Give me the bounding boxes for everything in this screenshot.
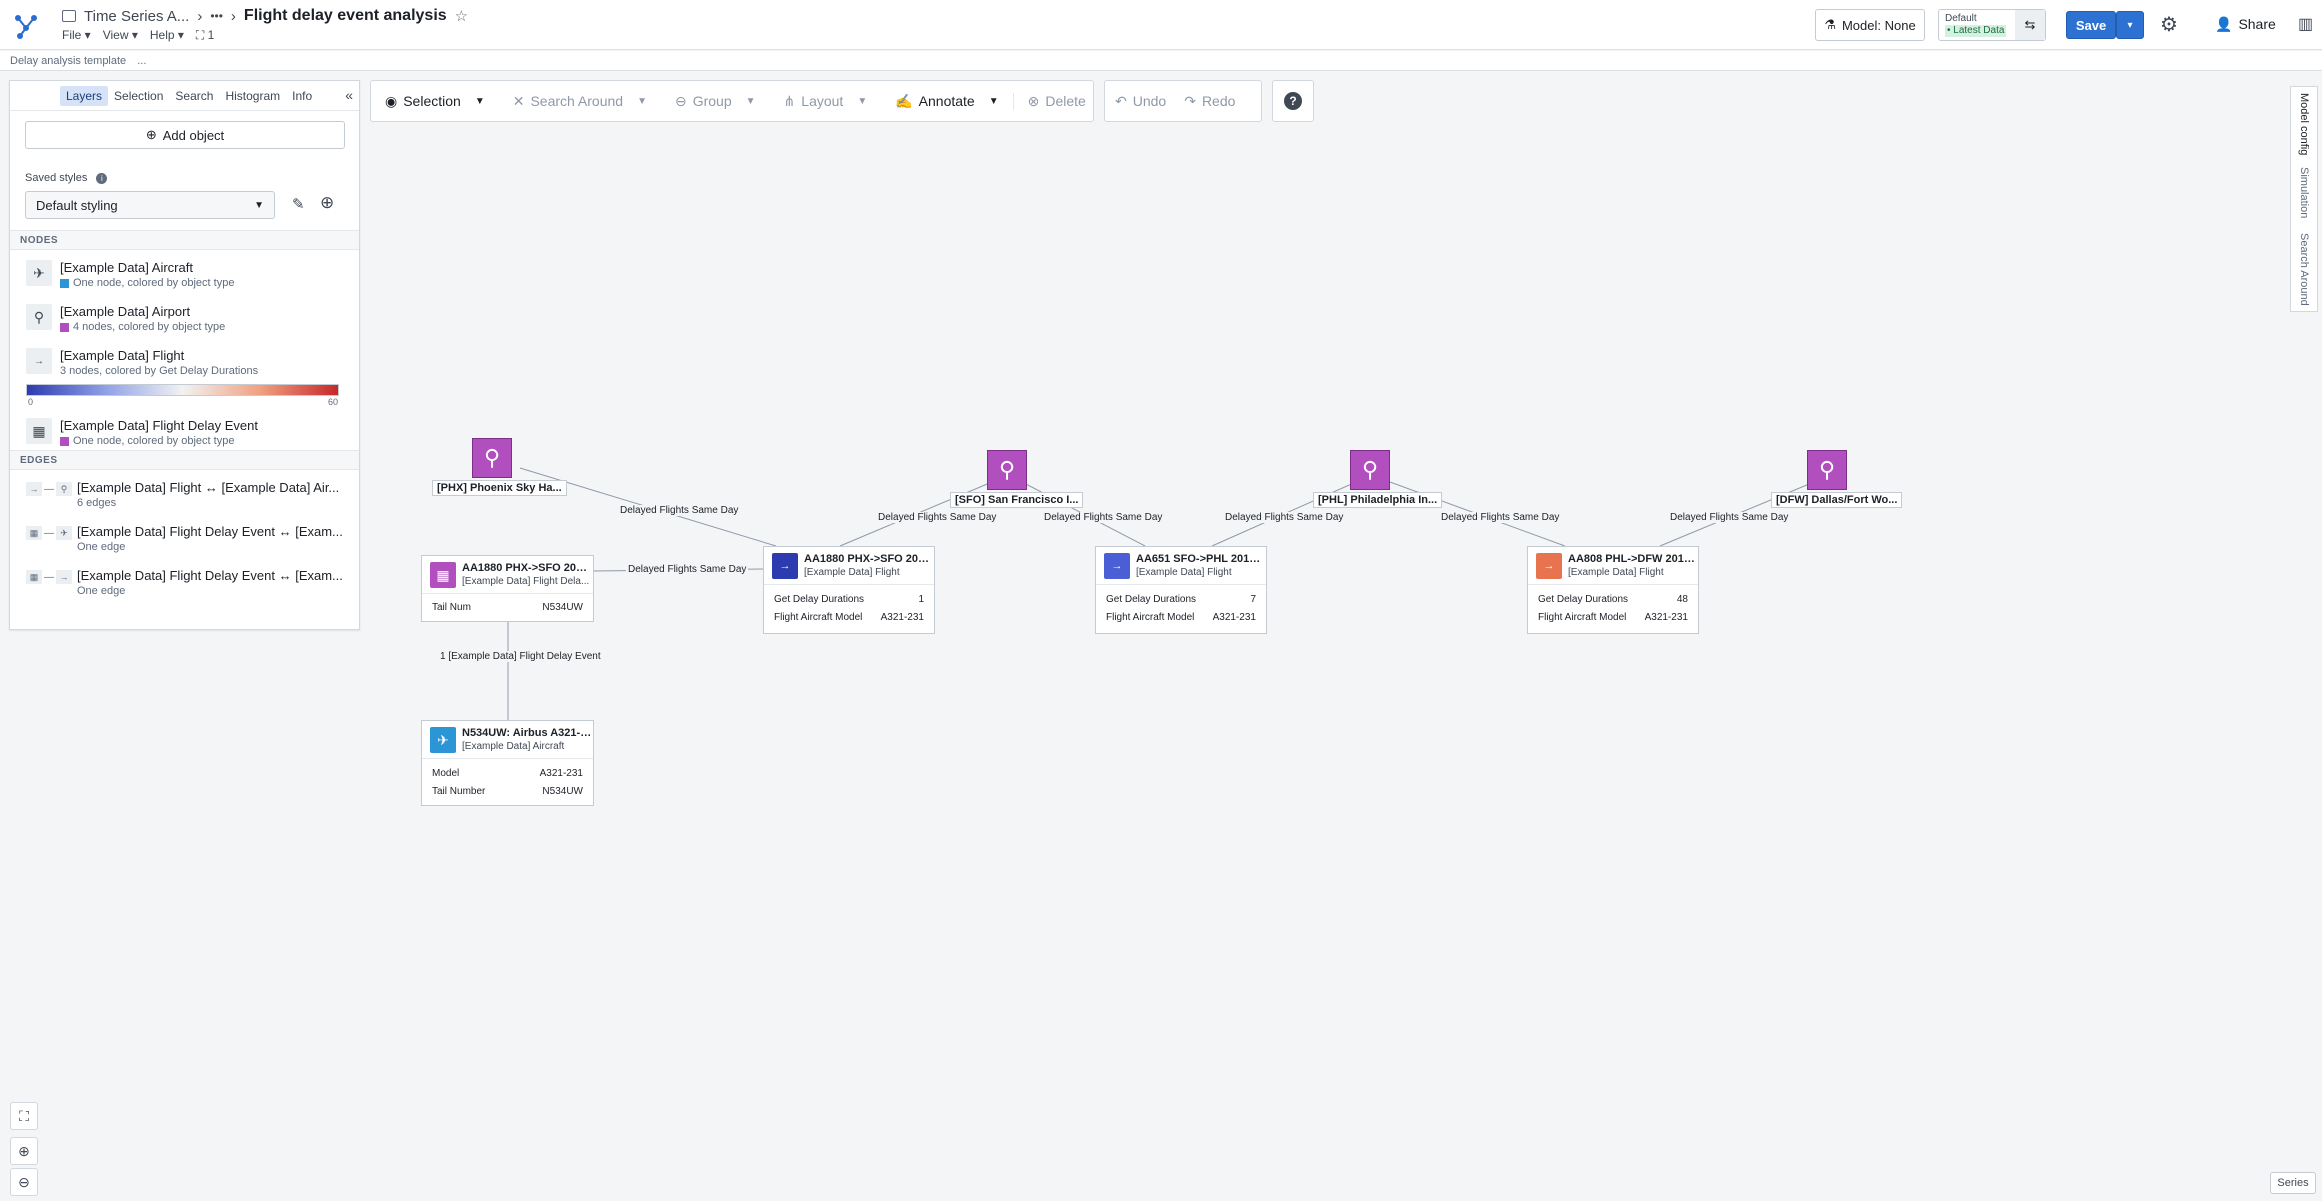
node-header: → AA808 PHL->DFW 2018-... [Example Data]… — [1528, 547, 1698, 585]
node-property: Flight Aircraft Model A321-231 — [1096, 608, 1266, 626]
edge-label: Delayed Flights Same Day — [626, 564, 749, 575]
map-pin-icon: ⚲ — [483, 445, 501, 470]
node-header: ▦ AA1880 PHX->SFO 2018-... [Example Data… — [422, 556, 593, 594]
aircraft-node[interactable]: ✈ N534UW: Airbus A321-231 [Example Data]… — [421, 720, 594, 806]
fit-to-screen-button[interactable]: ⛶ — [10, 1102, 38, 1130]
node-type: [Example Data] Flight — [804, 567, 900, 578]
property-value: A321-231 — [1212, 612, 1256, 623]
property-value: A321-231 — [880, 612, 924, 623]
airport-node-dfw[interactable]: ⚲ — [1807, 450, 1847, 490]
property-key: Get Delay Durations — [1106, 594, 1197, 605]
map-pin-icon: ⚲ — [1818, 457, 1836, 482]
airport-label: [PHX] Phoenix Sky Ha... — [432, 480, 567, 496]
node-type: [Example Data] Flight Dela... — [462, 576, 590, 587]
property-value: N534UW — [542, 786, 583, 797]
airport-label: [DFW] Dallas/Fort Wo... — [1771, 492, 1903, 508]
node-property: Flight Aircraft Model A321-231 — [1528, 608, 1698, 626]
map-pin-icon: ⚲ — [1361, 457, 1379, 482]
node-type: [Example Data] Flight — [1136, 567, 1232, 578]
airport-label: [SFO] San Francisco I... — [950, 492, 1084, 508]
edge-label: Delayed Flights Same Day — [1668, 512, 1791, 523]
flight-node-aa651[interactable]: → AA651 SFO->PHL 2018-0... [Example Data… — [1095, 546, 1267, 634]
node-header: → AA651 SFO->PHL 2018-0... [Example Data… — [1096, 547, 1266, 585]
edge-label: Delayed Flights Same Day — [1439, 512, 1562, 523]
airport-node-sfo[interactable]: ⚲ — [987, 450, 1027, 490]
node-type: [Example Data] Aircraft — [462, 741, 565, 752]
property-key: Tail Number — [432, 786, 486, 797]
node-header: → AA1880 PHX->SFO 2018-... [Example Data… — [764, 547, 934, 585]
calendar-icon: ▦ — [430, 562, 456, 588]
property-key: Model — [432, 768, 460, 779]
edge-label: 1 [Example Data] Flight Delay Event — [438, 651, 603, 662]
node-title: AA808 PHL->DFW 2018-... — [1568, 553, 1698, 565]
node-property: Tail Number N534UW — [422, 782, 593, 800]
airport-label: [PHL] Philadelphia In... — [1313, 492, 1443, 508]
edge-label: Delayed Flights Same Day — [1042, 512, 1165, 523]
flight-node-aa1880[interactable]: → AA1880 PHX->SFO 2018-... [Example Data… — [763, 546, 935, 634]
airport-node-phl[interactable]: ⚲ — [1350, 450, 1390, 490]
node-title: AA1880 PHX->SFO 2018-... — [804, 553, 934, 565]
flight-route-icon: → — [1536, 553, 1562, 579]
property-value: 48 — [1676, 594, 1688, 605]
series-label: Series — [2277, 1177, 2309, 1189]
fit-screen-icon: ⛶ — [19, 1107, 29, 1124]
zoom-out-icon: ⊖ — [18, 1173, 30, 1190]
edge-label: Delayed Flights Same Day — [618, 505, 741, 516]
property-value: 1 — [918, 594, 924, 605]
tab-simulation[interactable]: Simulation — [2298, 167, 2310, 218]
property-value: N534UW — [542, 602, 583, 613]
map-pin-icon: ⚲ — [998, 457, 1016, 482]
zoom-in-button[interactable]: ⊕ — [10, 1137, 38, 1165]
zoom-out-button[interactable]: ⊖ — [10, 1168, 38, 1196]
node-property: Flight Aircraft Model A321-231 — [764, 608, 934, 626]
property-key: Flight Aircraft Model — [1538, 612, 1627, 623]
node-title: N534UW: Airbus A321-231 — [462, 727, 592, 739]
property-value: 7 — [1250, 594, 1256, 605]
node-property: Get Delay Durations 1 — [764, 590, 934, 608]
node-title: AA651 SFO->PHL 2018-0... — [1136, 553, 1266, 565]
property-value: A321-231 — [539, 768, 583, 779]
property-key: Flight Aircraft Model — [774, 612, 863, 623]
airport-node-phx[interactable]: ⚲ — [472, 438, 512, 478]
flight-delay-event-node[interactable]: ▦ AA1880 PHX->SFO 2018-... [Example Data… — [421, 555, 594, 622]
property-key: Get Delay Durations — [1538, 594, 1629, 605]
flight-node-aa808[interactable]: → AA808 PHL->DFW 2018-... [Example Data]… — [1527, 546, 1699, 634]
right-rail: Model config Simulation Search Around — [2290, 86, 2318, 312]
property-key: Get Delay Durations — [774, 594, 865, 605]
tab-model-config[interactable]: Model config — [2298, 93, 2310, 155]
node-property: Model A321-231 — [422, 764, 593, 782]
edge-label: Delayed Flights Same Day — [1223, 512, 1346, 523]
flight-route-icon: → — [1104, 553, 1130, 579]
node-header: ✈ N534UW: Airbus A321-231 [Example Data]… — [422, 721, 593, 759]
zoom-in-icon: ⊕ — [18, 1142, 30, 1159]
property-key: Flight Aircraft Model — [1106, 612, 1195, 623]
edge-label: Delayed Flights Same Day — [876, 512, 999, 523]
airplane-icon: ✈ — [430, 727, 456, 753]
flight-route-icon: → — [772, 553, 798, 579]
node-property: Tail Num N534UW — [422, 598, 593, 616]
series-button[interactable]: Series — [2270, 1172, 2316, 1194]
node-title: AA1880 PHX->SFO 2018-... — [462, 562, 592, 574]
node-property: Get Delay Durations 48 — [1528, 590, 1698, 608]
node-property: Get Delay Durations 7 — [1096, 590, 1266, 608]
node-type: [Example Data] Flight — [1568, 567, 1664, 578]
property-key: Tail Num — [432, 602, 471, 613]
property-value: A321-231 — [1644, 612, 1688, 623]
tab-search-around[interactable]: Search Around — [2298, 233, 2310, 306]
